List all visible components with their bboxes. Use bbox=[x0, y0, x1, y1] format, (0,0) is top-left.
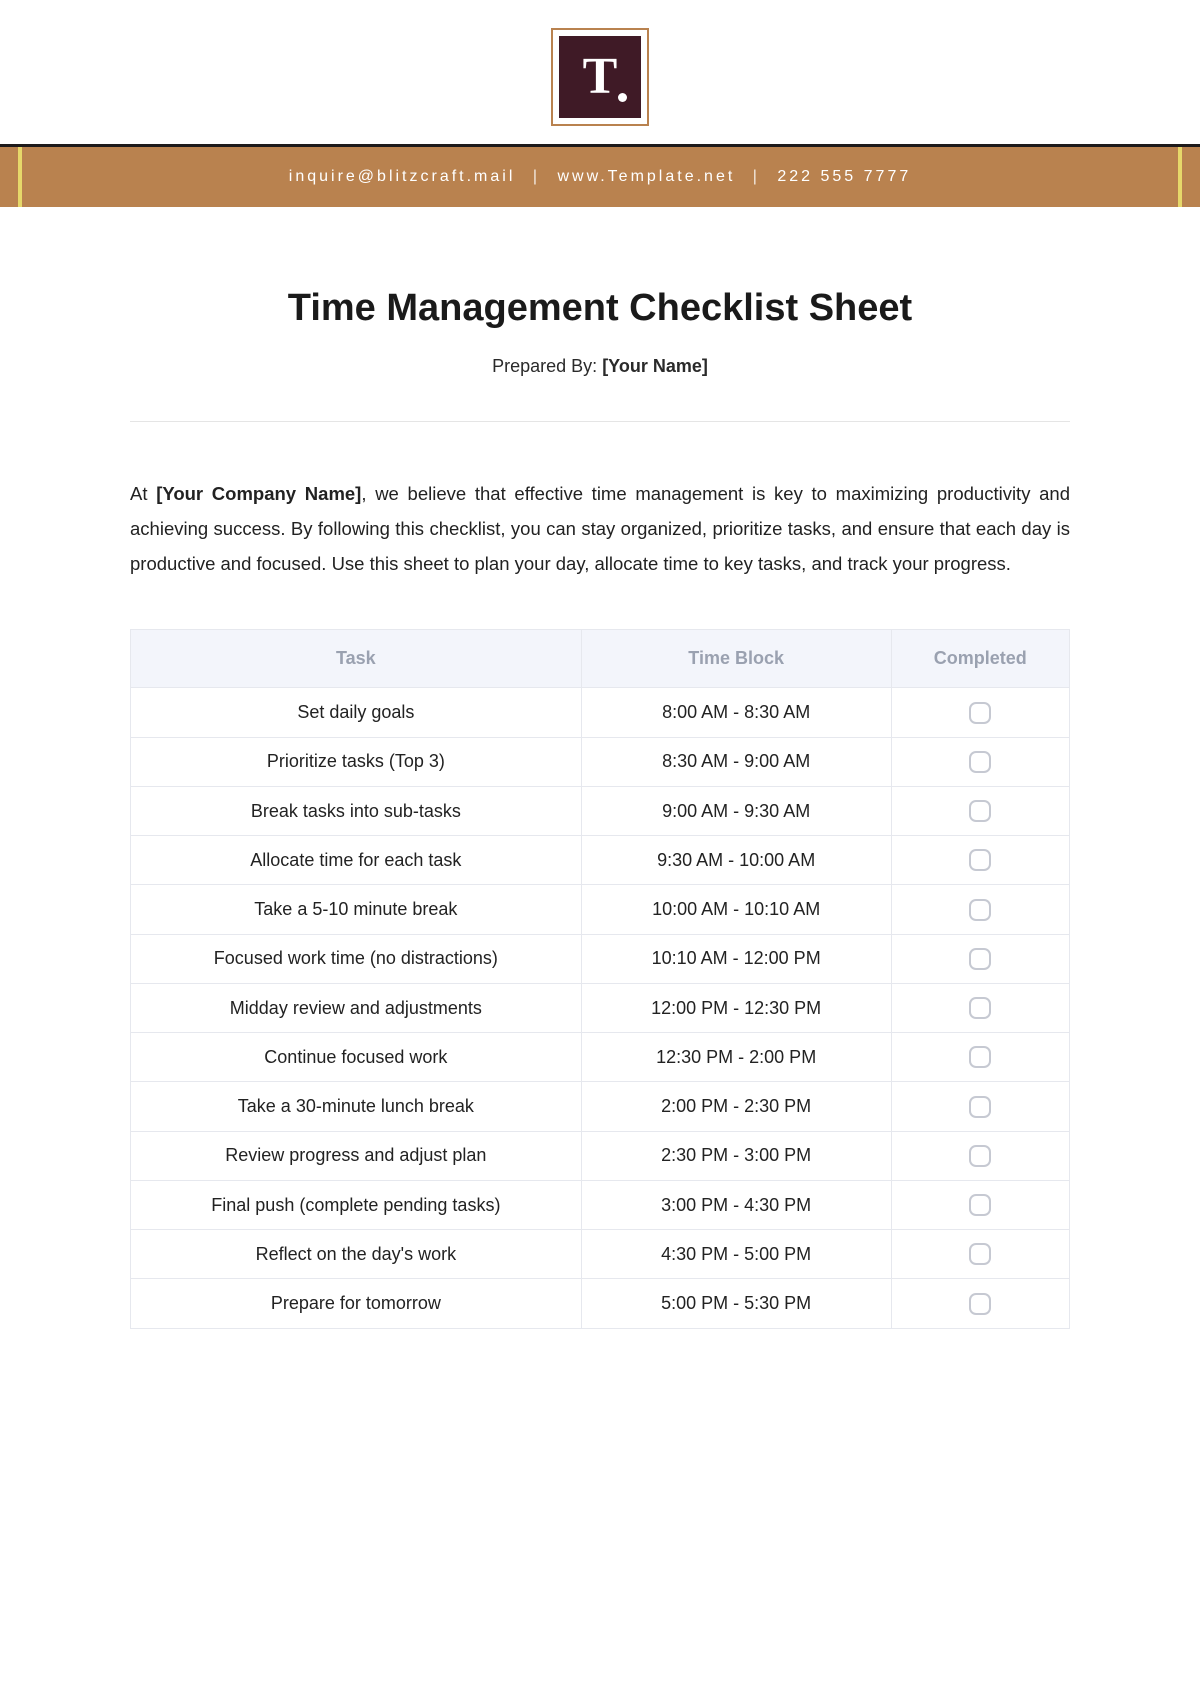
cell-completed bbox=[891, 737, 1069, 786]
checkbox-icon[interactable] bbox=[969, 997, 991, 1019]
banner-accent-right bbox=[1178, 147, 1182, 207]
banner-accent-left bbox=[18, 147, 22, 207]
cell-time-block: 5:00 PM - 5:30 PM bbox=[581, 1279, 891, 1328]
cell-time-block: 8:00 AM - 8:30 AM bbox=[581, 688, 891, 737]
banner-separator: | bbox=[753, 168, 760, 185]
table-row: Focused work time (no distractions)10:10… bbox=[131, 934, 1070, 983]
cell-time-block: 4:30 PM - 5:00 PM bbox=[581, 1230, 891, 1279]
table-row: Review progress and adjust plan2:30 PM -… bbox=[131, 1131, 1070, 1180]
cell-task: Continue focused work bbox=[131, 1033, 582, 1082]
cell-completed bbox=[891, 885, 1069, 934]
cell-time-block: 12:30 PM - 2:00 PM bbox=[581, 1033, 891, 1082]
checkbox-icon[interactable] bbox=[969, 1194, 991, 1216]
cell-time-block: 3:00 PM - 4:30 PM bbox=[581, 1180, 891, 1229]
col-header-time: Time Block bbox=[581, 630, 891, 688]
section-divider bbox=[130, 421, 1070, 422]
cell-completed bbox=[891, 688, 1069, 737]
cell-time-block: 8:30 AM - 9:00 AM bbox=[581, 737, 891, 786]
cell-task: Prioritize tasks (Top 3) bbox=[131, 737, 582, 786]
intro-prefix: At bbox=[130, 483, 156, 504]
table-row: Continue focused work12:30 PM - 2:00 PM bbox=[131, 1033, 1070, 1082]
content-area: Time Management Checklist Sheet Prepared… bbox=[0, 207, 1200, 1389]
cell-completed bbox=[891, 1082, 1069, 1131]
cell-completed bbox=[891, 983, 1069, 1032]
cell-task: Midday review and adjustments bbox=[131, 983, 582, 1032]
table-row: Take a 5-10 minute break10:00 AM - 10:10… bbox=[131, 885, 1070, 934]
cell-completed bbox=[891, 1180, 1069, 1229]
table-row: Midday review and adjustments12:00 PM - … bbox=[131, 983, 1070, 1032]
banner-text: inquire@blitzcraft.mail | www.Template.n… bbox=[289, 168, 911, 186]
col-header-completed: Completed bbox=[891, 630, 1069, 688]
cell-time-block: 10:00 AM - 10:10 AM bbox=[581, 885, 891, 934]
cell-completed bbox=[891, 1131, 1069, 1180]
cell-completed bbox=[891, 1279, 1069, 1328]
cell-task: Focused work time (no distractions) bbox=[131, 934, 582, 983]
cell-time-block: 2:00 PM - 2:30 PM bbox=[581, 1082, 891, 1131]
document-page: T inquire@blitzcraft.mail | www.Template… bbox=[0, 0, 1200, 1696]
cell-time-block: 2:30 PM - 3:00 PM bbox=[581, 1131, 891, 1180]
cell-completed bbox=[891, 836, 1069, 885]
cell-task: Review progress and adjust plan bbox=[131, 1131, 582, 1180]
checkbox-icon[interactable] bbox=[969, 751, 991, 773]
intro-paragraph: At [Your Company Name], we believe that … bbox=[130, 476, 1070, 581]
prepared-by-value: [Your Name] bbox=[602, 356, 708, 376]
cell-task: Reflect on the day's work bbox=[131, 1230, 582, 1279]
logo-letter: T bbox=[583, 51, 618, 103]
cell-task: Take a 5-10 minute break bbox=[131, 885, 582, 934]
cell-task: Allocate time for each task bbox=[131, 836, 582, 885]
prepared-by-line: Prepared By: [Your Name] bbox=[130, 356, 1070, 377]
contact-banner: inquire@blitzcraft.mail | www.Template.n… bbox=[0, 147, 1200, 207]
logo-box: T bbox=[559, 36, 641, 118]
col-header-task: Task bbox=[131, 630, 582, 688]
checkbox-icon[interactable] bbox=[969, 1046, 991, 1068]
cell-task: Final push (complete pending tasks) bbox=[131, 1180, 582, 1229]
banner-site: www.Template.net bbox=[557, 168, 735, 185]
checkbox-icon[interactable] bbox=[969, 849, 991, 871]
prepared-by-label: Prepared By: bbox=[492, 356, 602, 376]
cell-completed bbox=[891, 786, 1069, 835]
table-row: Prepare for tomorrow5:00 PM - 5:30 PM bbox=[131, 1279, 1070, 1328]
cell-time-block: 9:30 AM - 10:00 AM bbox=[581, 836, 891, 885]
table-row: Break tasks into sub-tasks9:00 AM - 9:30… bbox=[131, 786, 1070, 835]
table-row: Prioritize tasks (Top 3)8:30 AM - 9:00 A… bbox=[131, 737, 1070, 786]
cell-completed bbox=[891, 934, 1069, 983]
cell-time-block: 12:00 PM - 12:30 PM bbox=[581, 983, 891, 1032]
cell-time-block: 10:10 AM - 12:00 PM bbox=[581, 934, 891, 983]
checkbox-icon[interactable] bbox=[969, 1293, 991, 1315]
checkbox-icon[interactable] bbox=[969, 899, 991, 921]
logo-dot-icon bbox=[618, 93, 627, 102]
cell-task: Prepare for tomorrow bbox=[131, 1279, 582, 1328]
banner-email: inquire@blitzcraft.mail bbox=[289, 168, 516, 185]
logo-frame: T bbox=[551, 28, 649, 126]
cell-completed bbox=[891, 1033, 1069, 1082]
checkbox-icon[interactable] bbox=[969, 1145, 991, 1167]
checkbox-icon[interactable] bbox=[969, 1096, 991, 1118]
table-row: Set daily goals8:00 AM - 8:30 AM bbox=[131, 688, 1070, 737]
table-row: Take a 30-minute lunch break2:00 PM - 2:… bbox=[131, 1082, 1070, 1131]
cell-task: Take a 30-minute lunch break bbox=[131, 1082, 582, 1131]
checkbox-icon[interactable] bbox=[969, 800, 991, 822]
intro-company: [Your Company Name] bbox=[156, 483, 361, 504]
table-header-row: Task Time Block Completed bbox=[131, 630, 1070, 688]
banner-separator: | bbox=[533, 168, 540, 185]
cell-completed bbox=[891, 1230, 1069, 1279]
checkbox-icon[interactable] bbox=[969, 948, 991, 970]
cell-task: Set daily goals bbox=[131, 688, 582, 737]
banner-phone: 222 555 7777 bbox=[777, 168, 911, 185]
checkbox-icon[interactable] bbox=[969, 702, 991, 724]
cell-task: Break tasks into sub-tasks bbox=[131, 786, 582, 835]
checklist-table: Task Time Block Completed Set daily goal… bbox=[130, 629, 1070, 1328]
page-title: Time Management Checklist Sheet bbox=[130, 287, 1070, 330]
cell-time-block: 9:00 AM - 9:30 AM bbox=[581, 786, 891, 835]
table-row: Reflect on the day's work4:30 PM - 5:00 … bbox=[131, 1230, 1070, 1279]
table-row: Allocate time for each task9:30 AM - 10:… bbox=[131, 836, 1070, 885]
logo-container: T bbox=[0, 0, 1200, 144]
checkbox-icon[interactable] bbox=[969, 1243, 991, 1265]
table-row: Final push (complete pending tasks)3:00 … bbox=[131, 1180, 1070, 1229]
table-body: Set daily goals8:00 AM - 8:30 AMPrioriti… bbox=[131, 688, 1070, 1328]
